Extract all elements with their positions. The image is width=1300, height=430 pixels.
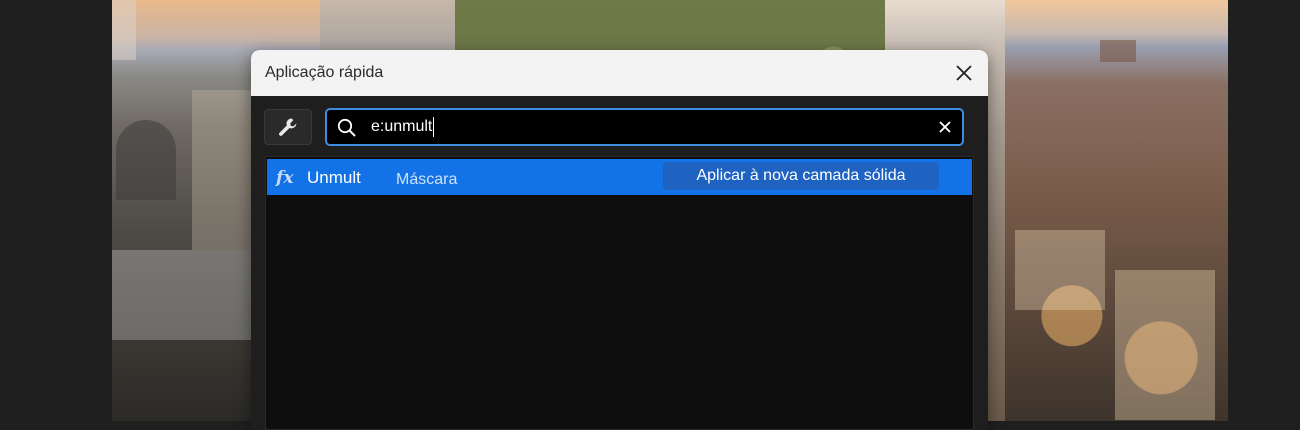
quick-apply-dialog: Aplicação rápida e:unmult fx Unmult Másc… xyxy=(251,50,988,430)
clear-icon[interactable] xyxy=(938,120,952,134)
results-list: fx Unmult Máscara Aplicar à nova camada … xyxy=(265,156,974,430)
close-button[interactable] xyxy=(950,59,978,87)
search-icon xyxy=(337,118,356,137)
background-left-margin xyxy=(0,0,112,421)
wrench-icon xyxy=(279,118,297,136)
result-name: Unmult xyxy=(307,168,361,187)
close-icon xyxy=(956,65,972,81)
result-row[interactable]: fx Unmult Máscara Aplicar à nova camada … xyxy=(267,159,972,195)
search-value: e:unmult xyxy=(371,118,433,135)
dialog-content: e:unmult fx Unmult Máscara Aplicar à nov… xyxy=(251,96,988,430)
search-field[interactable]: e:unmult xyxy=(325,108,964,146)
fx-icon: fx xyxy=(276,168,294,188)
apply-to-new-solid-button[interactable]: Aplicar à nova camada sólida xyxy=(663,162,939,190)
dialog-titlebar: Aplicação rápida xyxy=(251,50,988,96)
search-input[interactable]: e:unmult xyxy=(371,110,435,144)
background-right-margin xyxy=(1228,0,1300,421)
result-category: Máscara xyxy=(396,171,458,188)
dialog-title: Aplicação rápida xyxy=(265,64,384,81)
settings-button[interactable] xyxy=(264,109,312,145)
text-caret xyxy=(433,116,435,137)
background-city-image-right xyxy=(1005,0,1228,421)
